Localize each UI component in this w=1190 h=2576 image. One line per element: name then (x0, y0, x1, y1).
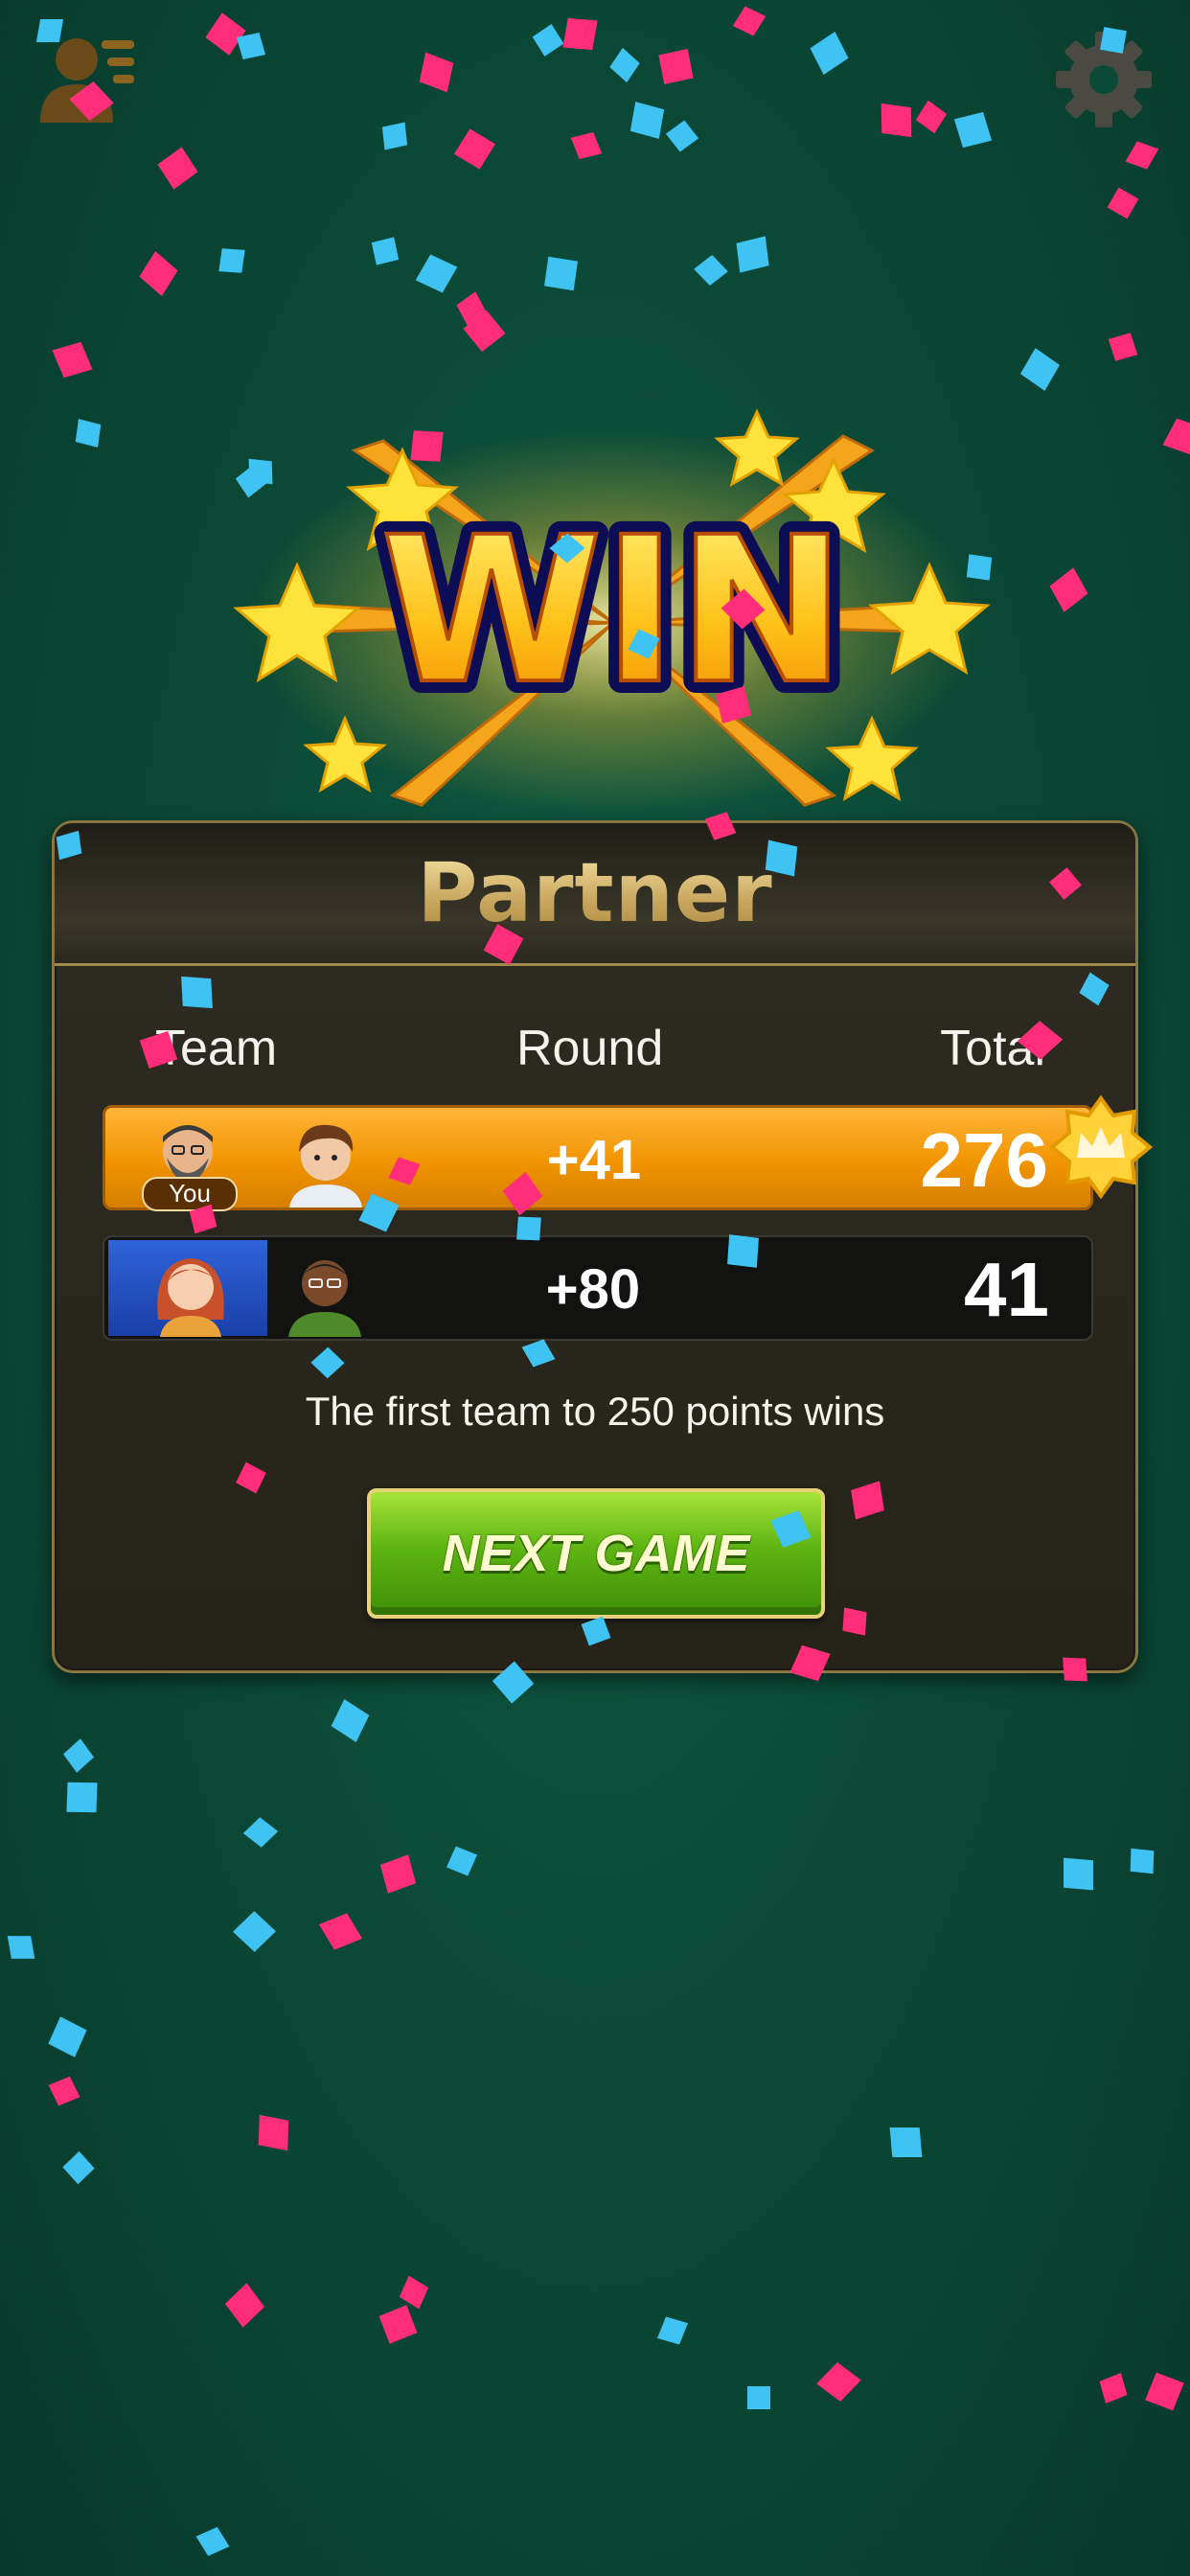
score-row-your-team: You +41 276 (103, 1094, 1154, 1211)
svg-text:WIN: WIN (380, 494, 846, 728)
confetti-piece (7, 1936, 35, 1959)
confetti-piece (75, 419, 102, 448)
you-badge: You (142, 1177, 238, 1211)
crown-badge-icon (1048, 1094, 1154, 1200)
confetti-piece (318, 1913, 363, 1950)
confetti-piece (736, 236, 769, 273)
confetti-piece (881, 103, 912, 138)
confetti-piece (570, 131, 603, 160)
confetti-piece (1107, 187, 1139, 219)
confetti-piece (1145, 2372, 1184, 2411)
confetti-piece (1099, 2372, 1128, 2404)
win-condition-text: The first team to 250 points wins (305, 1389, 885, 1434)
confetti-piece (658, 49, 694, 84)
confetti-piece (810, 31, 849, 76)
confetti-piece (378, 2305, 418, 2344)
confetti-piece (236, 32, 266, 60)
confetti-piece (195, 2526, 230, 2557)
confetti-piece (1130, 1848, 1155, 1874)
column-header-round: Round (516, 1021, 664, 1076)
confetti-piece (915, 100, 948, 134)
confetti-piece (732, 6, 767, 36)
confetti-piece (48, 2016, 87, 2058)
column-header-total: Total (940, 1021, 1045, 1076)
confetti-piece (224, 2283, 265, 2328)
confetti-piece (381, 122, 408, 150)
avatar-opponent-2 (288, 1260, 361, 1337)
next-game-button[interactable]: NEXT GAME (367, 1488, 825, 1619)
confetti-piece (562, 17, 598, 51)
confetti-piece (446, 1846, 478, 1876)
round-score-your-team: +41 (546, 1129, 642, 1191)
confetti-piece (816, 2361, 861, 2403)
confetti-piece (415, 254, 458, 293)
confetti-piece (1162, 418, 1190, 455)
confetti-piece (62, 1738, 95, 1773)
confetti-piece (1049, 567, 1088, 612)
confetti-piece (232, 1911, 277, 1952)
confetti-piece (629, 102, 665, 139)
confetti-piece (1020, 348, 1060, 391)
confetti-piece (258, 2114, 289, 2151)
total-score-your-team: 276 (920, 1117, 1048, 1203)
next-game-label: NEXT GAME (442, 1525, 750, 1582)
confetti-piece (665, 120, 699, 152)
confetti-piece (747, 2386, 770, 2409)
confetti-piece (419, 52, 454, 93)
confetti-piece (139, 251, 178, 296)
confetti-piece (205, 12, 246, 56)
confetti-piece (1064, 1857, 1093, 1891)
confetti-piece (331, 1699, 370, 1742)
confetti-piece (889, 2128, 923, 2157)
panel-title: Partner (417, 845, 773, 941)
confetti-piece (371, 237, 400, 265)
confetti-piece (456, 291, 487, 326)
score-panel: Partner Team Round Total You +41 276 +80… (52, 820, 1154, 1673)
profile-button[interactable] (27, 27, 142, 132)
confetti-piece (1108, 333, 1138, 361)
round-score-opponent-team: +80 (545, 1258, 641, 1321)
confetti-piece (463, 310, 506, 353)
confetti-piece (694, 254, 728, 287)
confetti-piece (379, 1854, 417, 1894)
confetti-piece (953, 111, 993, 149)
win-banner: WIN WIN (233, 408, 991, 815)
confetti-piece (52, 341, 93, 379)
settings-button[interactable] (1046, 27, 1161, 132)
confetti-piece (62, 2150, 95, 2185)
confetti-piece (218, 248, 245, 273)
player-profile-icon (40, 38, 134, 123)
confetti-piece (532, 24, 564, 57)
total-score-opponent-team: 41 (964, 1247, 1049, 1332)
confetti-piece (656, 2316, 689, 2345)
score-row-opponent-team: +80 41 (103, 1235, 1093, 1341)
confetti-piece (1125, 141, 1159, 170)
column-header-team: Team (155, 1021, 278, 1076)
confetti-piece (242, 1817, 279, 1848)
confetti-piece (48, 2076, 80, 2106)
confetti-piece (453, 128, 496, 170)
avatar-opponent-1 (157, 1258, 224, 1337)
panel-header: Partner (55, 823, 1135, 966)
avatar-partner (289, 1124, 362, 1208)
gear-icon (1056, 32, 1152, 127)
confetti-piece (66, 1782, 98, 1813)
confetti-piece (609, 47, 640, 83)
confetti-piece (399, 2275, 429, 2310)
confetti-piece (544, 256, 578, 291)
confetti-piece (157, 147, 198, 190)
